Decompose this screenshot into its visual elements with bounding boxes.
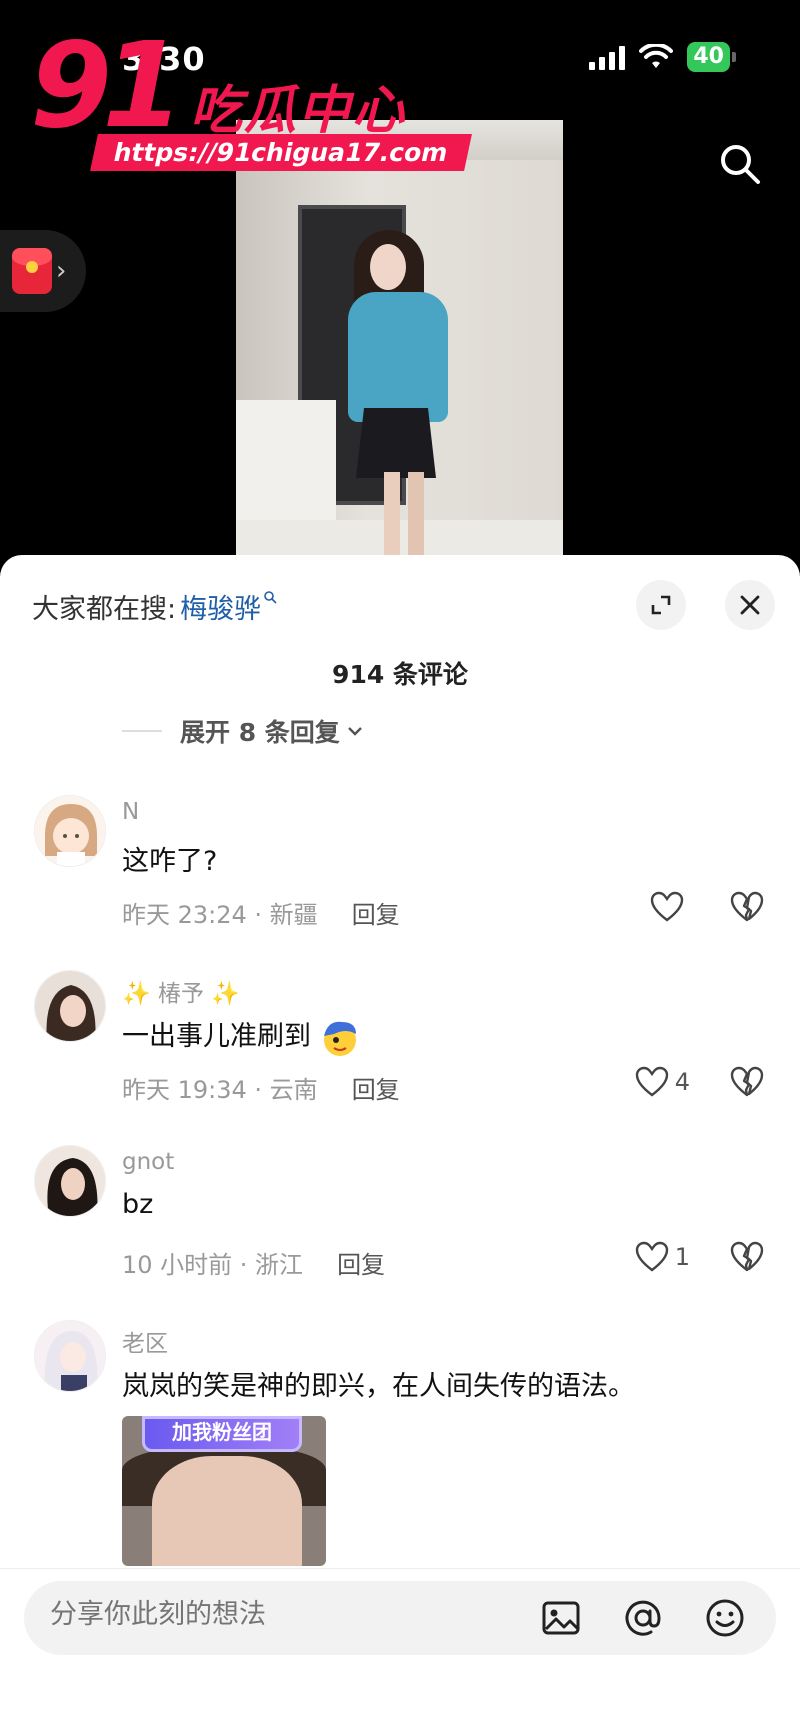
- comment-input-bar: [0, 1568, 800, 1688]
- image-face: [152, 1456, 302, 1566]
- expand-icon: [651, 595, 671, 615]
- status-right: 40: [589, 42, 736, 72]
- comment-author[interactable]: N: [122, 799, 139, 825]
- battery-indicator: 40: [687, 42, 736, 72]
- reply-button[interactable]: 回复: [352, 895, 400, 930]
- avatar[interactable]: [34, 970, 106, 1042]
- image-banner: 加我粉丝团: [142, 1416, 302, 1452]
- comment-item: 老区 岚岚的笑是神的即兴，在人间失传的语法。 加我粉丝团: [0, 1320, 800, 1580]
- video-player[interactable]: [236, 120, 563, 555]
- comment-meta: 昨天 19:34 · 云南 回复: [122, 1070, 400, 1105]
- like-count: 1: [674, 1243, 690, 1271]
- video-person-face: [370, 244, 406, 290]
- comment-text: bz: [122, 1189, 154, 1220]
- comment-image[interactable]: 加我粉丝团: [122, 1416, 326, 1566]
- hot-search-term[interactable]: 梅骏骅: [180, 587, 261, 626]
- search-icon: [264, 590, 277, 604]
- comment-text: 岚岚的笑是神的即兴，在人间失传的语法。: [122, 1371, 635, 1402]
- like-count: 4: [674, 1068, 690, 1096]
- comment-meta: 10 小时前 · 浙江 回复: [122, 1245, 385, 1280]
- search-icon[interactable]: [718, 142, 762, 186]
- close-button[interactable]: [725, 580, 775, 630]
- watermark-number: 91: [30, 16, 184, 154]
- divider: [122, 730, 162, 732]
- comment-input[interactable]: [50, 1599, 470, 1630]
- reply-button[interactable]: 回复: [352, 1070, 400, 1105]
- expand-button[interactable]: [636, 580, 686, 630]
- comment-author[interactable]: gnot: [122, 1149, 174, 1175]
- broken-heart-icon[interactable]: [730, 1066, 764, 1098]
- signal-icon: [589, 44, 626, 70]
- expand-replies-label: 展开 8 条回复: [180, 718, 340, 747]
- video-person-skirt: [356, 408, 436, 478]
- comment-text: 一出事儿准刷到: [122, 1014, 360, 1058]
- emoji-sticker-icon: [323, 1021, 356, 1056]
- battery-tip: [732, 52, 736, 62]
- comment-item: N 这咋了? 昨天 23:24 · 新疆 回复: [0, 795, 800, 965]
- like-button[interactable]: 4: [635, 1066, 690, 1098]
- comment-time-location: 昨天 23:24 · 新疆: [122, 901, 318, 929]
- like-button[interactable]: 1: [635, 1241, 690, 1273]
- watermark-name: 吃瓜中心: [190, 81, 407, 141]
- at-icon[interactable]: [622, 1597, 664, 1639]
- comment-item: ✨ 椿予 ✨ 一出事儿准刷到 昨天 19:34 · 云南 回复 4: [0, 970, 800, 1140]
- heart-icon: [635, 1066, 668, 1097]
- video-person-cardigan: [348, 292, 448, 422]
- emoji-icon[interactable]: [704, 1597, 746, 1639]
- battery-level: 40: [687, 42, 730, 72]
- reply-button[interactable]: 回复: [337, 1245, 385, 1280]
- comment-count: 914 条评论: [332, 660, 468, 689]
- close-icon: [740, 595, 760, 615]
- comment-author[interactable]: 老区: [122, 1324, 168, 1358]
- comment-time-location: 昨天 19:34 · 云南: [122, 1076, 318, 1104]
- comment-text-content: 一出事儿准刷到: [122, 1021, 311, 1052]
- comment-meta: 昨天 23:24 · 新疆 回复: [122, 895, 400, 930]
- hot-search-label: 大家都在搜:: [32, 594, 177, 625]
- like-button[interactable]: [650, 891, 690, 923]
- video-person-leg: [384, 472, 400, 555]
- screen: 3:30 40 91 吃瓜中心 https://91chigua17.com ›…: [0, 0, 800, 1735]
- avatar[interactable]: [34, 795, 106, 867]
- wifi-icon: [639, 44, 674, 68]
- heart-icon: [650, 891, 684, 922]
- broken-heart-icon[interactable]: [730, 1241, 764, 1273]
- broken-heart-icon[interactable]: [730, 891, 764, 923]
- heart-icon: [635, 1241, 668, 1272]
- avatar[interactable]: [34, 1145, 106, 1217]
- expand-replies-button[interactable]: 展开 8 条回复: [122, 713, 364, 749]
- watermark-logo: 91 吃瓜中心 https://91chigua17.com: [30, 16, 472, 176]
- comment-author[interactable]: ✨ 椿予 ✨: [122, 974, 240, 1008]
- image-icon[interactable]: [540, 1597, 582, 1639]
- watermark-url: https://91chigua17.com: [90, 134, 472, 171]
- video-person-leg: [408, 472, 424, 555]
- red-packet-button[interactable]: ›: [0, 230, 86, 312]
- comment-time-location: 10 小时前 · 浙江: [122, 1251, 304, 1279]
- comment-item: gnot bz 10 小时前 · 浙江 回复 1: [0, 1145, 800, 1315]
- comment-input-pill[interactable]: [24, 1581, 776, 1655]
- chevron-right-icon: ›: [56, 256, 67, 286]
- red-packet-icon: [12, 248, 52, 294]
- comments-sheet: 大家都在搜: 梅骏骅 914 条评论 展开 8 条回复 N 这咋了? 昨天 23…: [0, 555, 800, 1735]
- hot-search[interactable]: 大家都在搜: 梅骏骅: [32, 587, 277, 626]
- avatar[interactable]: [34, 1320, 106, 1392]
- chevron-down-icon: [347, 727, 362, 736]
- comment-text: 这咋了?: [122, 846, 218, 877]
